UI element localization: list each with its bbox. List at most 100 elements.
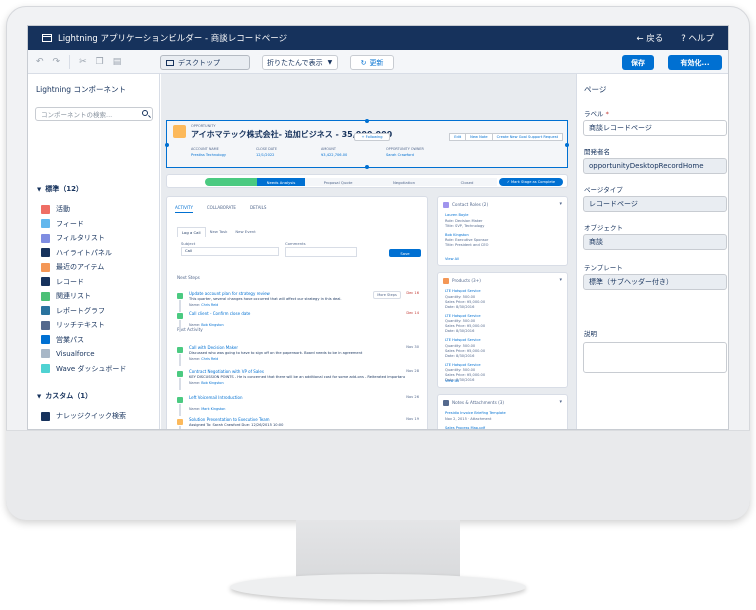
mark-stage-complete-button[interactable]: ✓ Mark Stage as Complete — [499, 178, 563, 186]
related-list-title[interactable]: Contact Roles (2) — [452, 202, 488, 207]
related-record-name[interactable]: Presidio Invoice Briefing Template — [445, 411, 506, 415]
related-record-name[interactable]: Sales Process Map.pdf — [445, 426, 485, 430]
activity-title[interactable]: Contract Negotiation with VP of Sales — [189, 369, 264, 374]
redo-icon[interactable]: ↷ — [53, 57, 61, 67]
comments-input[interactable] — [285, 247, 357, 257]
activity-title[interactable]: Left Voicemail Introduction — [189, 395, 243, 400]
subtab-log-call[interactable]: Log a Call — [177, 227, 206, 237]
related-record-name[interactable]: LTE Hotspot Service — [445, 338, 481, 342]
object-label: オブジェクト — [584, 224, 623, 232]
cut-icon[interactable]: ✂ — [79, 57, 87, 67]
activity-name-link[interactable]: Chris Reid — [201, 303, 218, 307]
component-item[interactable]: 最近のアイテム — [41, 262, 104, 272]
related-list-title[interactable]: Products (3+) — [452, 278, 481, 283]
device-select[interactable]: デスクトップ — [160, 55, 250, 70]
activity-item[interactable]: Update account plan for strategy review T… — [177, 291, 425, 312]
activity-name-link[interactable]: Chris Reid — [201, 357, 218, 361]
related-record-link[interactable]: LTE Hotspot Service — [445, 363, 481, 367]
component-item[interactable]: フィード — [41, 219, 84, 229]
record-header-component[interactable]: OPPORTUNITY アイホマテック株式会社- 追加ビジネス - 35,000… — [165, 119, 569, 169]
related-record-name[interactable]: Lauren Boyle — [445, 213, 469, 217]
path-step-current[interactable]: Needs Analysis — [257, 178, 305, 186]
related-list-title[interactable]: Notes & Attachments (3) — [452, 400, 504, 405]
chevron-down-icon[interactable]: ▾ — [559, 277, 562, 283]
related-record-link[interactable]: Lauren Boyle — [445, 213, 469, 217]
label-input[interactable]: 商談レコードページ — [583, 120, 727, 136]
component-item[interactable]: 関連リスト — [41, 291, 91, 301]
activity-title[interactable]: Call with Decision Maker — [189, 345, 238, 350]
save-button[interactable]: 保存 — [622, 55, 654, 70]
tab-details[interactable]: DETAILS — [250, 205, 266, 213]
path-step[interactable]: Negotiation — [371, 178, 437, 186]
path-step-completed[interactable] — [205, 178, 257, 186]
undo-icon[interactable]: ↶ — [36, 57, 44, 67]
monitor-chin — [6, 430, 750, 520]
related-record-name[interactable]: LTE Hotspot Service — [445, 363, 481, 367]
component-item[interactable]: ナレッジクイック検索 — [41, 411, 126, 421]
related-record-link[interactable]: Sales Process Map.pdf — [445, 426, 485, 430]
related-record-link[interactable]: LTE Hotspot Service — [445, 289, 481, 293]
template-value[interactable]: 標準（サブヘッダー付き） — [583, 274, 727, 290]
component-item[interactable]: レポートグラフ — [41, 306, 105, 316]
component-item[interactable]: フィルタリスト — [41, 233, 105, 243]
activity-name-link[interactable]: Bob Kingston — [201, 381, 223, 385]
component-search-input[interactable]: コンポーネントの検索... — [35, 107, 153, 121]
field-value[interactable]: Prestiss Technology — [191, 153, 246, 157]
related-record-link[interactable]: LTE Hotspot Service — [445, 338, 481, 342]
activity-item[interactable]: Call with Decision Maker Discussed who wa… — [177, 345, 425, 366]
path-step[interactable]: Closed — [437, 178, 497, 186]
monitor-base — [230, 574, 526, 600]
path-step[interactable]: Proposal Quote — [305, 178, 371, 186]
sales-path: Needs Analysis Proposal Quote Negotiatio… — [166, 174, 568, 188]
related-record-link[interactable]: Bob Kingston — [445, 233, 469, 237]
view-mode-select[interactable]: 折りたたんで表示 ▼ — [262, 55, 338, 70]
subtab-new-task[interactable]: New Task — [206, 227, 232, 237]
description-input[interactable] — [583, 342, 727, 373]
activity-title[interactable]: Call client - Confirm close date — [189, 311, 250, 316]
component-item[interactable]: ハイライトパネル — [41, 248, 112, 258]
component-section-header[interactable]: ▼ カスタム（1） — [37, 391, 92, 401]
edit-button[interactable]: Edit — [449, 133, 467, 141]
view-all-link[interactable]: View All — [445, 379, 459, 383]
related-record-name[interactable]: LTE Hotspot Service — [445, 314, 481, 318]
follow-button[interactable]: + Following — [354, 133, 390, 141]
activity-item[interactable]: Call client - Confirm close date Name: Bo… — [177, 311, 425, 332]
view-all-link[interactable]: View All — [445, 257, 459, 261]
activity-item[interactable]: Contract Negotiation with VP of Sales KEY… — [177, 369, 425, 390]
activity-name-link[interactable]: Mark Kingston — [201, 407, 225, 411]
subject-input[interactable]: Call — [181, 247, 279, 256]
copy-icon[interactable]: ❐ — [96, 57, 104, 67]
subtab-new-event[interactable]: New Event — [231, 227, 259, 237]
refresh-button[interactable]: ↻ 更新 — [350, 55, 394, 70]
activity-name-link[interactable]: Bob Kingston — [201, 323, 223, 327]
help-link[interactable]: ? ヘルプ — [681, 32, 714, 44]
component-item[interactable]: リッチテキスト — [41, 320, 105, 330]
component-item[interactable]: レコード — [41, 277, 84, 287]
new-support-request-button[interactable]: Create New Goal Support Request — [491, 133, 563, 141]
component-item[interactable]: Wave ダッシュボード — [41, 364, 126, 374]
back-link[interactable]: ← 戻る — [636, 32, 663, 44]
related-record-name[interactable]: LTE Hotspot Service — [445, 289, 481, 293]
component-section-header[interactable]: ▼ 標準（12） — [37, 184, 83, 194]
activity-item[interactable]: Left Voicemail Introduction Name: Mark Ki… — [177, 395, 425, 416]
field-value[interactable]: Sarah Crawford — [386, 153, 441, 157]
tab-activity[interactable]: ACTIVITY — [175, 205, 193, 213]
related-record-link[interactable]: Presidio Invoice Briefing Template — [445, 411, 506, 415]
activate-button[interactable]: 有効化... — [668, 55, 722, 70]
log-save-button[interactable]: Save — [389, 249, 421, 257]
component-item[interactable]: 営業パス — [41, 335, 84, 345]
related-record-link[interactable]: LTE Hotspot Service — [445, 314, 481, 318]
chevron-down-icon[interactable]: ▾ — [559, 201, 562, 207]
label-field-text: ラベル — [584, 110, 604, 118]
new-note-button[interactable]: New Note — [465, 133, 493, 141]
activity-title[interactable]: Solution Presentation to Executive Team — [189, 417, 270, 422]
properties-panel: ページ ラベル * 商談レコードページ 開発者名 opportunityDesk… — [576, 74, 728, 429]
activity-title[interactable]: Update account plan for strategy review — [189, 291, 270, 296]
tab-collaborate[interactable]: COLLABORATE — [207, 205, 236, 213]
component-item[interactable]: Visualforce — [41, 349, 95, 358]
paste-icon[interactable]: ▤ — [113, 57, 122, 67]
chevron-down-icon[interactable]: ▾ — [559, 399, 562, 405]
component-item[interactable]: 活動 — [41, 204, 70, 214]
activity-item[interactable]: Solution Presentation to Executive Team A… — [177, 417, 425, 429]
related-record-name[interactable]: Bob Kingston — [445, 233, 469, 237]
